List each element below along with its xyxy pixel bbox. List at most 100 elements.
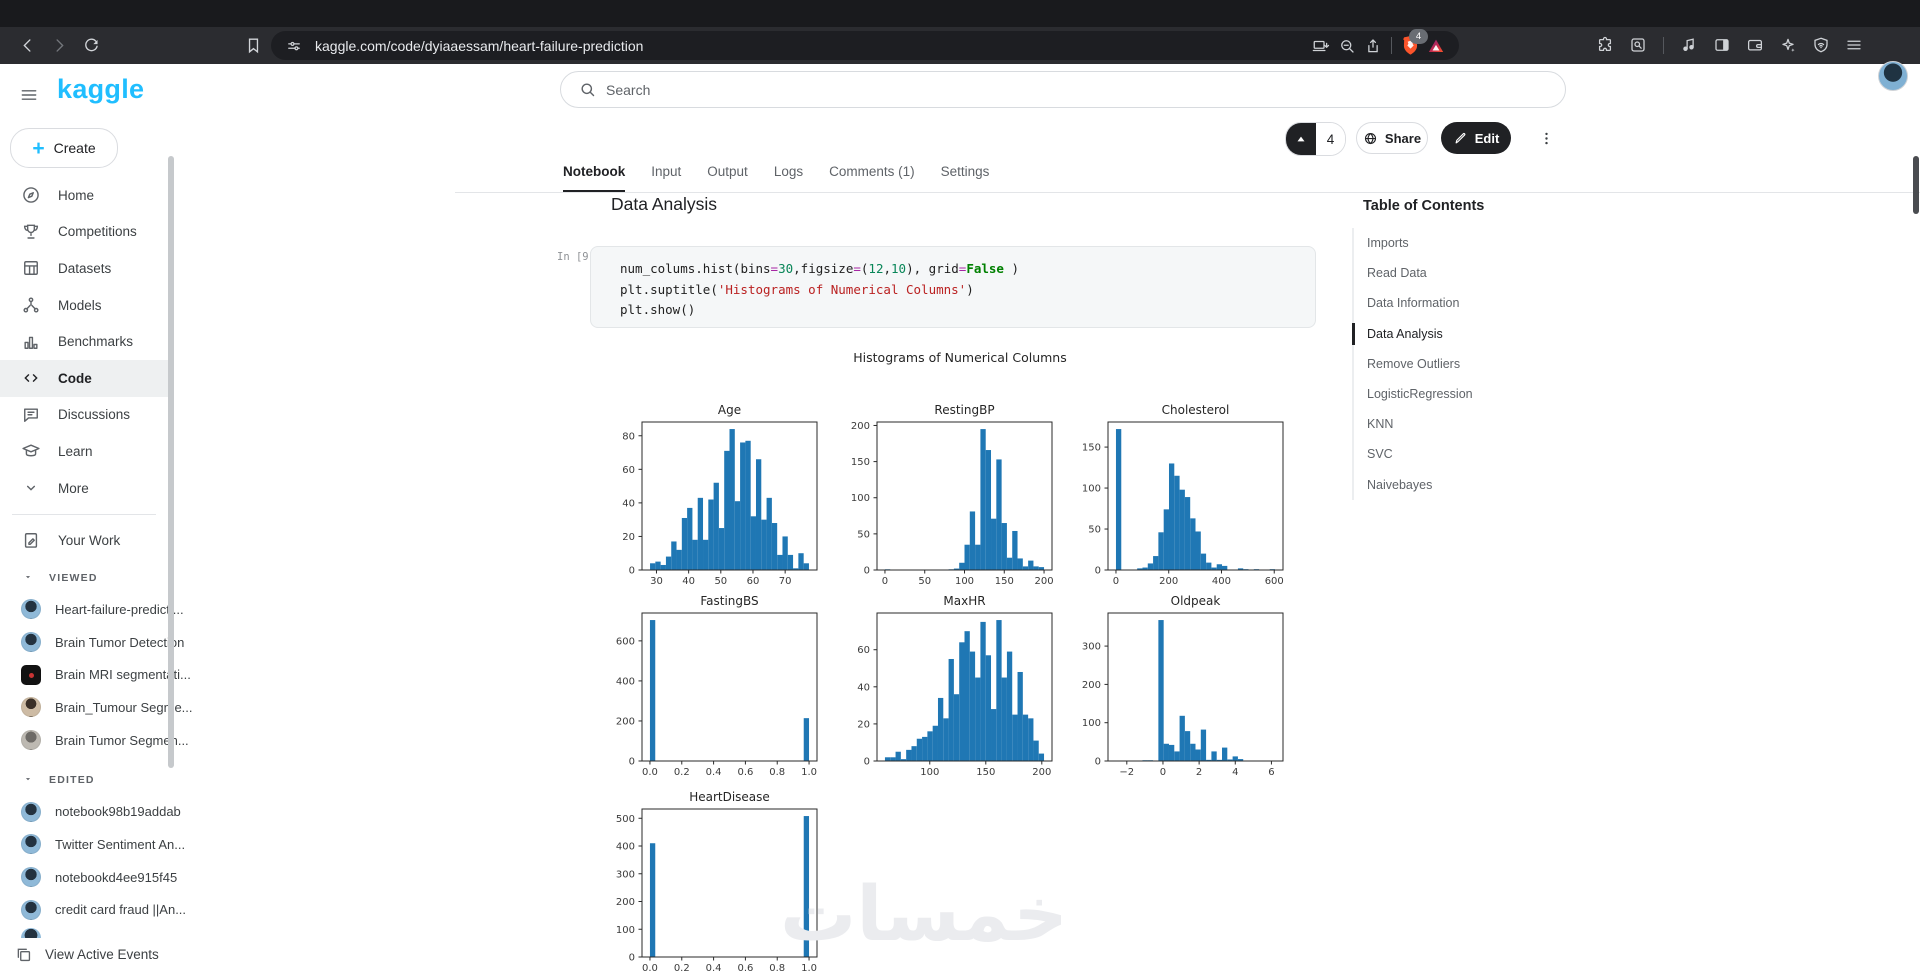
svg-text:600: 600 <box>1265 576 1284 587</box>
edit-button[interactable]: Edit <box>1441 122 1511 154</box>
svg-text:200: 200 <box>1032 767 1051 778</box>
tune-icon <box>288 41 300 50</box>
svg-text:150: 150 <box>1082 443 1101 454</box>
sidebar-item-code[interactable]: Code <box>0 359 168 397</box>
burger-icon <box>21 90 37 100</box>
tab-settings[interactable]: Settings <box>941 164 990 190</box>
view-active-events[interactable]: View Active Events <box>0 938 175 971</box>
wallet-icon[interactable] <box>1742 32 1768 58</box>
toc-item-data-analysis[interactable]: Data Analysis <box>1352 319 1594 349</box>
toc-item-logisticregression[interactable]: LogisticRegression <box>1354 379 1594 409</box>
avatar <box>21 899 41 920</box>
sidebar-item-learn[interactable]: Learn <box>0 433 168 470</box>
list-item[interactable]: notebookd4ee915f45 <box>0 861 177 894</box>
more-options-icon[interactable] <box>1537 124 1555 152</box>
list-item[interactable]: Brain MRI segmentati... <box>0 658 191 691</box>
sidebar-scrollbar[interactable] <box>168 156 174 768</box>
sidebar-item-benchmarks[interactable]: Benchmarks <box>0 323 168 360</box>
bookmark-icon[interactable] <box>238 30 268 60</box>
toc-item-read-data[interactable]: Read Data <box>1354 258 1594 288</box>
toc-item-data-information[interactable]: Data Information <box>1354 288 1594 318</box>
svg-text:0: 0 <box>629 953 635 964</box>
search-box-icon <box>1631 38 1645 52</box>
url-bar[interactable]: kaggle.com/code/dyiaaessam/heart-failure… <box>271 28 1459 60</box>
svg-text:100: 100 <box>955 576 974 587</box>
svg-text:200: 200 <box>1035 576 1054 587</box>
list-item[interactable]: Brain Tumor Segmen... <box>0 724 189 757</box>
list-item[interactable]: Brain Tumor Detection <box>0 626 184 659</box>
forward-icon <box>55 38 64 52</box>
send-to-device-icon <box>1312 40 1330 51</box>
toc-item-imports[interactable]: Imports <box>1354 228 1594 258</box>
site-controls-icon[interactable] <box>281 33 307 59</box>
back-button[interactable] <box>12 30 42 60</box>
sidebar-item-discussions[interactable]: Discussions <box>0 397 168 434</box>
svg-text:FastingBS: FastingBS <box>700 594 758 608</box>
list-item[interactable]: Heart-failure-predicti... <box>0 593 184 626</box>
sidebar-item-your-work[interactable]: Your Work <box>0 523 168 557</box>
search-icon <box>581 83 595 97</box>
sidebar-item-home[interactable]: Home <box>0 177 168 214</box>
svg-text:HeartDisease: HeartDisease <box>689 790 770 804</box>
kaggle-logo[interactable]: kaggle <box>57 74 144 105</box>
shield-badge: 4 <box>1409 28 1428 44</box>
upvote-arrow-icon[interactable] <box>1286 123 1316 155</box>
svg-text:1.0: 1.0 <box>801 963 817 971</box>
vpn-shield-icon[interactable] <box>1808 32 1834 58</box>
svg-text:100: 100 <box>851 493 870 504</box>
tab-comments-1-[interactable]: Comments (1) <box>829 164 915 190</box>
music-icon[interactable] <box>1676 32 1702 58</box>
url-text[interactable]: kaggle.com/code/dyiaaessam/heart-failure… <box>315 38 643 54</box>
svg-text:6: 6 <box>1268 767 1274 778</box>
sidebar-item-competitions[interactable]: Competitions <box>0 214 168 251</box>
toc-item-knn[interactable]: KNN <box>1354 409 1594 439</box>
svg-text:200: 200 <box>616 716 635 727</box>
svg-text:0: 0 <box>629 757 635 768</box>
menu-icon[interactable] <box>1841 32 1867 58</box>
sidebar-item-models[interactable]: Models <box>0 287 168 324</box>
section-header[interactable]: VIEWED <box>0 563 168 593</box>
sidebar-menu-icon[interactable] <box>16 82 42 108</box>
share-button[interactable]: Share <box>1356 122 1428 154</box>
forward-button[interactable] <box>44 30 74 60</box>
toc-item-remove-outliers[interactable]: Remove Outliers <box>1354 349 1594 379</box>
tab-output[interactable]: Output <box>707 164 748 190</box>
svg-text:60: 60 <box>857 645 870 656</box>
sidebar-item-datasets[interactable]: Datasets <box>0 250 168 287</box>
search-box-icon[interactable] <box>1625 32 1651 58</box>
sidebar-item-more[interactable]: More <box>0 470 168 507</box>
extensions-icon[interactable] <box>1592 32 1618 58</box>
zoom-out-icon[interactable] <box>1334 33 1360 59</box>
create-button[interactable]: + Create <box>10 128 118 168</box>
histogram-Age: Age 30 40 50 60 70 0 20 40 60 80 <box>622 403 818 587</box>
reload-button[interactable] <box>76 30 106 60</box>
code-text[interactable]: num_colums.hist(bins=30,figsize=(12,10),… <box>620 259 1019 321</box>
list-item[interactable]: notebook98b19addab <box>0 795 181 828</box>
list-item[interactable]: Twitter Sentiment An... <box>0 828 185 861</box>
toc-item-naivebayes[interactable]: Naivebayes <box>1354 470 1594 500</box>
svg-text:30: 30 <box>650 576 663 587</box>
tab-notebook[interactable]: Notebook <box>563 164 626 193</box>
svg-text:0: 0 <box>629 566 635 577</box>
sidebar-divider <box>12 514 156 515</box>
search-input[interactable]: Search <box>560 71 1566 108</box>
upvote-button[interactable]: 4 <box>1285 122 1346 156</box>
profile-avatar[interactable] <box>1878 61 1908 91</box>
tab-input[interactable]: Input <box>651 164 681 190</box>
tab-logs[interactable]: Logs <box>774 164 803 190</box>
vote-count[interactable]: 4 <box>1316 123 1345 155</box>
toc-item-svc[interactable]: SVC <box>1354 439 1594 469</box>
svg-text:0: 0 <box>882 576 888 587</box>
brave-shield-icon[interactable]: 4 <box>1397 28 1428 59</box>
histogram-Oldpeak: Oldpeak −2 0 2 4 6 0 100 200 300 <box>1082 594 1284 778</box>
svg-text:0.4: 0.4 <box>706 963 722 971</box>
svg-text:50: 50 <box>1088 525 1101 536</box>
page-scrollbar[interactable] <box>1913 156 1919 214</box>
send-to-device-icon[interactable] <box>1308 33 1334 59</box>
share-page-icon[interactable] <box>1360 33 1386 59</box>
list-item[interactable]: Brain_Tumour Segme... <box>0 691 193 724</box>
section-header[interactable]: EDITED <box>0 765 168 795</box>
list-item[interactable]: credit card fraud ||An... <box>0 894 186 927</box>
sidebar-panel-icon[interactable] <box>1709 32 1735 58</box>
leo-sparkle-icon[interactable] <box>1775 32 1801 58</box>
